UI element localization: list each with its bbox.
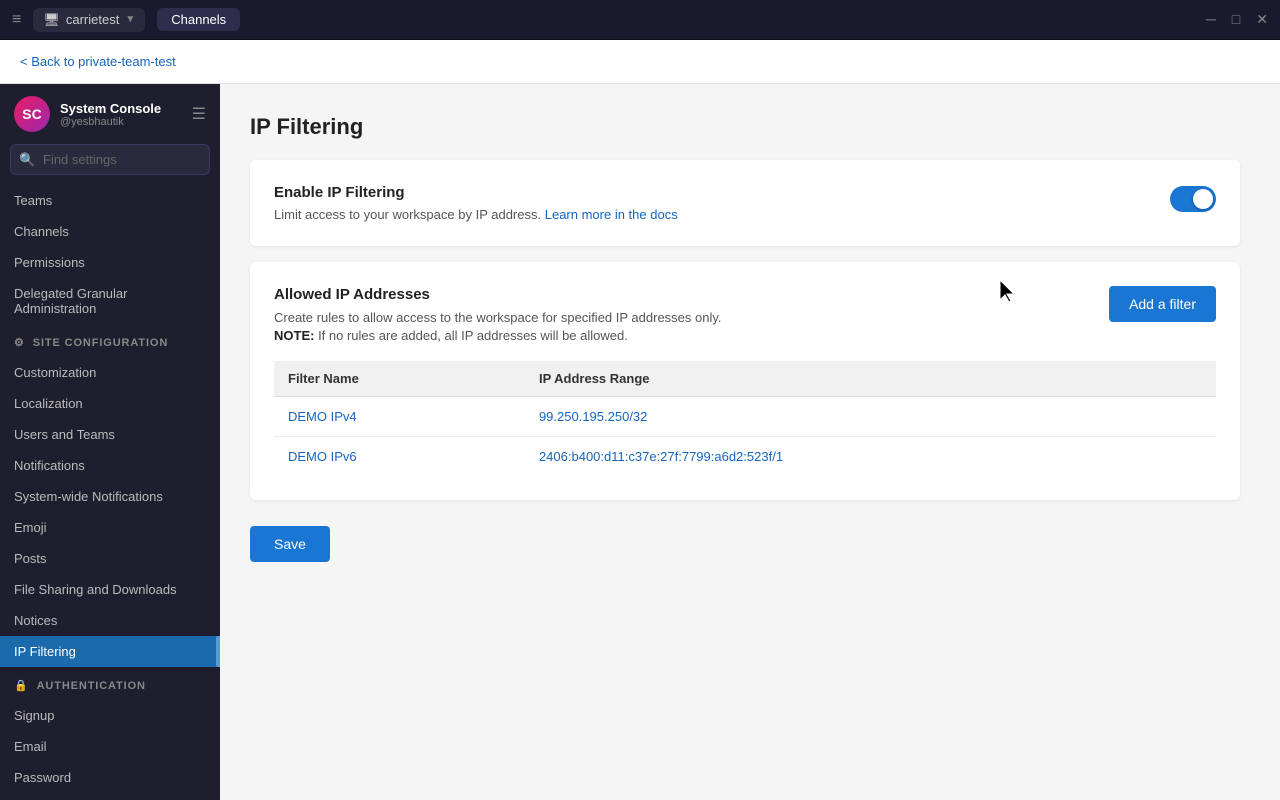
- sidebar-item-password[interactable]: Password: [0, 762, 220, 793]
- sidebar-item-notices-label: Notices: [14, 613, 57, 628]
- page-title: IP Filtering: [250, 114, 1240, 140]
- enable-ip-filtering-label: Enable IP Filtering: [274, 184, 1150, 201]
- enable-ip-filtering-description: Limit access to your workspace by IP add…: [274, 207, 1150, 222]
- avatar: SC: [14, 96, 50, 132]
- allowed-ip-description: Create rules to allow access to the work…: [274, 309, 722, 345]
- workspace-icon: 🖥: [43, 12, 60, 28]
- ip-range-cell: 2406:b400:d11:c37e:27f:7799:a6d2:523f/1: [525, 437, 1216, 477]
- sidebar-item-customization[interactable]: Customization: [0, 357, 220, 388]
- maximize-button[interactable]: □: [1232, 11, 1240, 28]
- sidebar-section-site-config: ⚙ SITE CONFIGURATION: [0, 324, 220, 357]
- sidebar-item-notifications-label: Notifications: [14, 458, 85, 473]
- sidebar-item-notifications[interactable]: Notifications: [0, 450, 220, 481]
- allowed-header: Allowed IP Addresses Create rules to all…: [274, 286, 1216, 345]
- workspace-switcher[interactable]: 🖥 carrietest ▼: [33, 8, 145, 32]
- content-area: IP Filtering Enable IP Filtering Limit a…: [220, 84, 1280, 800]
- workspace-name: carrietest: [66, 12, 119, 27]
- back-link[interactable]: < Back to private-team-test: [20, 54, 176, 69]
- workspace-chevron: ▼: [125, 14, 135, 25]
- sidebar-item-ip-filtering-label: IP Filtering: [14, 644, 76, 659]
- sidebar-item-users-teams-label: Users and Teams: [14, 427, 115, 442]
- sidebar-item-teams[interactable]: Teams: [0, 185, 220, 216]
- window-controls: ─ □ ✕: [1206, 11, 1268, 28]
- allowed-ip-addresses-card: Allowed IP Addresses Create rules to all…: [250, 262, 1240, 500]
- sidebar-item-email[interactable]: Email: [0, 731, 220, 762]
- sidebar-item-channels[interactable]: Channels: [0, 216, 220, 247]
- sidebar-item-delegated[interactable]: Delegated Granular Administration: [0, 278, 220, 324]
- filter-name-cell[interactable]: DEMO IPv4: [274, 397, 525, 437]
- sidebar-item-emoji[interactable]: Emoji: [0, 512, 220, 543]
- sidebar-item-signup[interactable]: Signup: [0, 700, 220, 731]
- filter-table: Filter Name IP Address Range DEMO IPv499…: [274, 361, 1216, 476]
- sidebar-item-users-teams[interactable]: Users and Teams: [0, 419, 220, 450]
- search-box: 🔍: [10, 144, 210, 175]
- sidebar-item-ip-filtering[interactable]: IP Filtering: [0, 636, 220, 667]
- allowed-ip-title: Allowed IP Addresses: [274, 286, 722, 303]
- sidebar-item-customization-label: Customization: [14, 365, 96, 380]
- sidebar-item-localization[interactable]: Localization: [0, 388, 220, 419]
- menu-icon[interactable]: ≡: [12, 11, 21, 29]
- sidebar-item-password-label: Password: [14, 770, 71, 785]
- save-button[interactable]: Save: [250, 526, 330, 562]
- main-layout: SC System Console @yesbhautik ☰ 🔍 Teams …: [0, 84, 1280, 800]
- enable-ip-filtering-card: Enable IP Filtering Limit access to your…: [250, 160, 1240, 246]
- note-label: NOTE:: [274, 328, 314, 343]
- sidebar-item-posts-label: Posts: [14, 551, 47, 566]
- hamburger-icon[interactable]: ☰: [192, 104, 206, 124]
- sidebar-user: SC System Console @yesbhautik ☰: [0, 84, 220, 144]
- sidebar: SC System Console @yesbhautik ☰ 🔍 Teams …: [0, 84, 220, 800]
- sidebar-item-permissions-label: Permissions: [14, 255, 85, 270]
- sidebar-item-posts[interactable]: Posts: [0, 543, 220, 574]
- col-ip-range: IP Address Range: [525, 361, 1216, 397]
- auth-icon: 🔒: [14, 679, 29, 692]
- titlebar: ≡ 🖥 carrietest ▼ Channels ─ □ ✕: [0, 0, 1280, 40]
- sidebar-item-permissions[interactable]: Permissions: [0, 247, 220, 278]
- minimize-button[interactable]: ─: [1206, 11, 1216, 28]
- sidebar-item-email-label: Email: [14, 739, 47, 754]
- sidebar-item-localization-label: Localization: [14, 396, 83, 411]
- footer-actions: Save: [250, 516, 1240, 562]
- channels-tab[interactable]: Channels: [157, 8, 240, 31]
- sidebar-item-system-wide-notifications[interactable]: System-wide Notifications: [0, 481, 220, 512]
- sidebar-item-channels-label: Channels: [14, 224, 69, 239]
- filter-name-cell[interactable]: DEMO IPv6: [274, 437, 525, 477]
- add-filter-button[interactable]: Add a filter: [1109, 286, 1216, 322]
- site-config-icon: ⚙: [14, 336, 25, 349]
- sidebar-item-notices[interactable]: Notices: [0, 605, 220, 636]
- ip-range-cell: 99.250.195.250/32: [525, 397, 1216, 437]
- sidebar-item-system-wide-label: System-wide Notifications: [14, 489, 163, 504]
- search-input[interactable]: [10, 144, 210, 175]
- user-handle: @yesbhautik: [60, 116, 182, 128]
- enable-ip-filtering-toggle[interactable]: [1170, 186, 1216, 212]
- sidebar-item-teams-label: Teams: [14, 193, 52, 208]
- col-filter-name: Filter Name: [274, 361, 525, 397]
- table-row: DEMO IPv499.250.195.250/32: [274, 397, 1216, 437]
- close-button[interactable]: ✕: [1256, 11, 1268, 28]
- sidebar-item-emoji-label: Emoji: [14, 520, 47, 535]
- sidebar-item-file-sharing-label: File Sharing and Downloads: [14, 582, 177, 597]
- sidebar-item-signup-label: Signup: [14, 708, 54, 723]
- table-row: DEMO IPv62406:b400:d11:c37e:27f:7799:a6d…: [274, 437, 1216, 477]
- sidebar-section-authentication: 🔒 AUTHENTICATION: [0, 667, 220, 700]
- sidebar-item-delegated-label: Delegated Granular Administration: [14, 286, 206, 316]
- sidebar-item-file-sharing[interactable]: File Sharing and Downloads: [0, 574, 220, 605]
- learn-more-link[interactable]: Learn more in the docs: [545, 207, 678, 222]
- toggle-row: Enable IP Filtering Limit access to your…: [274, 184, 1216, 222]
- backbar: < Back to private-team-test: [0, 40, 1280, 84]
- user-name: System Console: [60, 101, 182, 116]
- search-icon: 🔍: [19, 152, 35, 168]
